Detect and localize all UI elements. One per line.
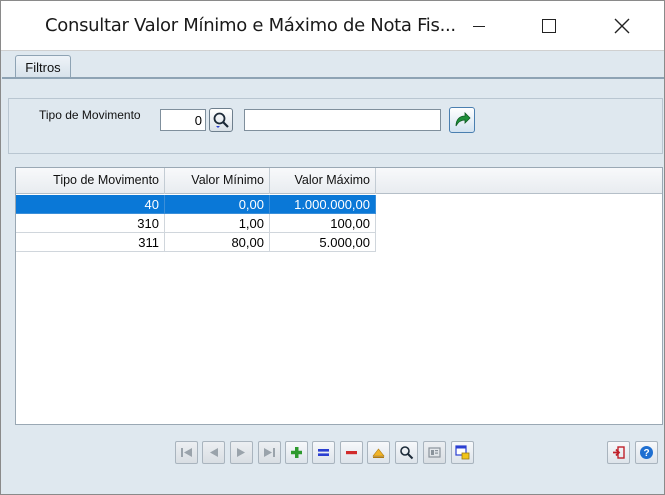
table-row[interactable]: 40 0,00 1.000.000,00 bbox=[16, 195, 376, 214]
edit-icon bbox=[318, 449, 329, 456]
grid-header: Tipo de Movimento Valor Mínimo Valor Máx… bbox=[16, 168, 662, 194]
apply-arrow-icon bbox=[455, 112, 471, 127]
results-grid: Tipo de Movimento Valor Mínimo Valor Máx… bbox=[15, 167, 663, 425]
table-row[interactable]: 311 80,00 5.000,00 bbox=[16, 233, 376, 252]
add-button[interactable] bbox=[285, 441, 308, 464]
svg-text:?: ? bbox=[643, 448, 649, 459]
cell-minimo: 0,00 bbox=[165, 195, 270, 214]
help-button[interactable]: ? bbox=[635, 441, 658, 464]
search-icon bbox=[213, 112, 229, 128]
column-header-tipo[interactable]: Tipo de Movimento bbox=[16, 168, 165, 194]
cell-maximo: 5.000,00 bbox=[270, 233, 376, 252]
tipo-movimento-description-input[interactable] bbox=[244, 109, 441, 131]
table-row[interactable]: 310 1,00 100,00 bbox=[16, 214, 376, 233]
last-record-icon bbox=[264, 448, 275, 457]
close-icon bbox=[614, 18, 630, 34]
cancel-icon bbox=[372, 448, 385, 458]
cell-maximo: 1.000.000,00 bbox=[270, 195, 376, 214]
close-button[interactable] bbox=[599, 1, 645, 51]
next-record-button[interactable] bbox=[230, 441, 253, 464]
tab-filtros[interactable]: Filtros bbox=[15, 55, 71, 78]
delete-button[interactable] bbox=[340, 441, 363, 464]
exit-icon bbox=[613, 446, 625, 459]
tipo-movimento-code-input[interactable]: 0 bbox=[160, 109, 206, 131]
tipo-movimento-label: Tipo de Movimento bbox=[39, 108, 141, 122]
edit-button[interactable] bbox=[312, 441, 335, 464]
minimize-button[interactable] bbox=[456, 1, 502, 51]
exit-button[interactable] bbox=[607, 441, 630, 464]
maximize-icon bbox=[542, 19, 556, 33]
search-icon bbox=[400, 446, 414, 460]
main-window: Consultar Valor Mínimo e Máximo de Nota … bbox=[0, 0, 665, 495]
last-record-button[interactable] bbox=[258, 441, 281, 464]
maximize-button[interactable] bbox=[526, 1, 572, 51]
lookup-button[interactable] bbox=[209, 108, 233, 132]
export-button[interactable] bbox=[451, 441, 474, 464]
apply-filter-button[interactable] bbox=[449, 107, 475, 133]
next-record-icon bbox=[237, 448, 245, 457]
title-bar: Consultar Valor Mínimo e Máximo de Nota … bbox=[1, 1, 664, 51]
cell-tipo: 310 bbox=[16, 214, 165, 233]
first-record-button[interactable] bbox=[175, 441, 198, 464]
filter-panel: Tipo de Movimento 0 bbox=[8, 98, 663, 154]
cell-minimo: 1,00 bbox=[165, 214, 270, 233]
cell-tipo: 311 bbox=[16, 233, 165, 252]
prev-record-button[interactable] bbox=[202, 441, 225, 464]
window-title: Consultar Valor Mínimo e Máximo de Nota … bbox=[45, 15, 456, 36]
minimize-icon bbox=[473, 25, 485, 27]
search-button[interactable] bbox=[395, 441, 418, 464]
add-icon bbox=[291, 447, 302, 458]
cell-tipo: 40 bbox=[16, 195, 165, 214]
cell-maximo: 100,00 bbox=[270, 214, 376, 233]
column-header-maximo[interactable]: Valor Máximo bbox=[270, 168, 376, 194]
tab-strip: Filtros bbox=[2, 52, 664, 78]
delete-icon bbox=[346, 451, 357, 455]
first-record-icon bbox=[181, 448, 192, 457]
cell-minimo: 80,00 bbox=[165, 233, 270, 252]
cancel-button[interactable] bbox=[367, 441, 390, 464]
help-icon: ? bbox=[640, 446, 653, 459]
form-view-button[interactable] bbox=[423, 441, 446, 464]
export-icon bbox=[455, 445, 470, 460]
tab-divider bbox=[2, 77, 664, 79]
prev-record-icon bbox=[210, 448, 218, 457]
column-header-minimo[interactable]: Valor Mínimo bbox=[165, 168, 270, 194]
form-view-icon bbox=[428, 447, 441, 458]
